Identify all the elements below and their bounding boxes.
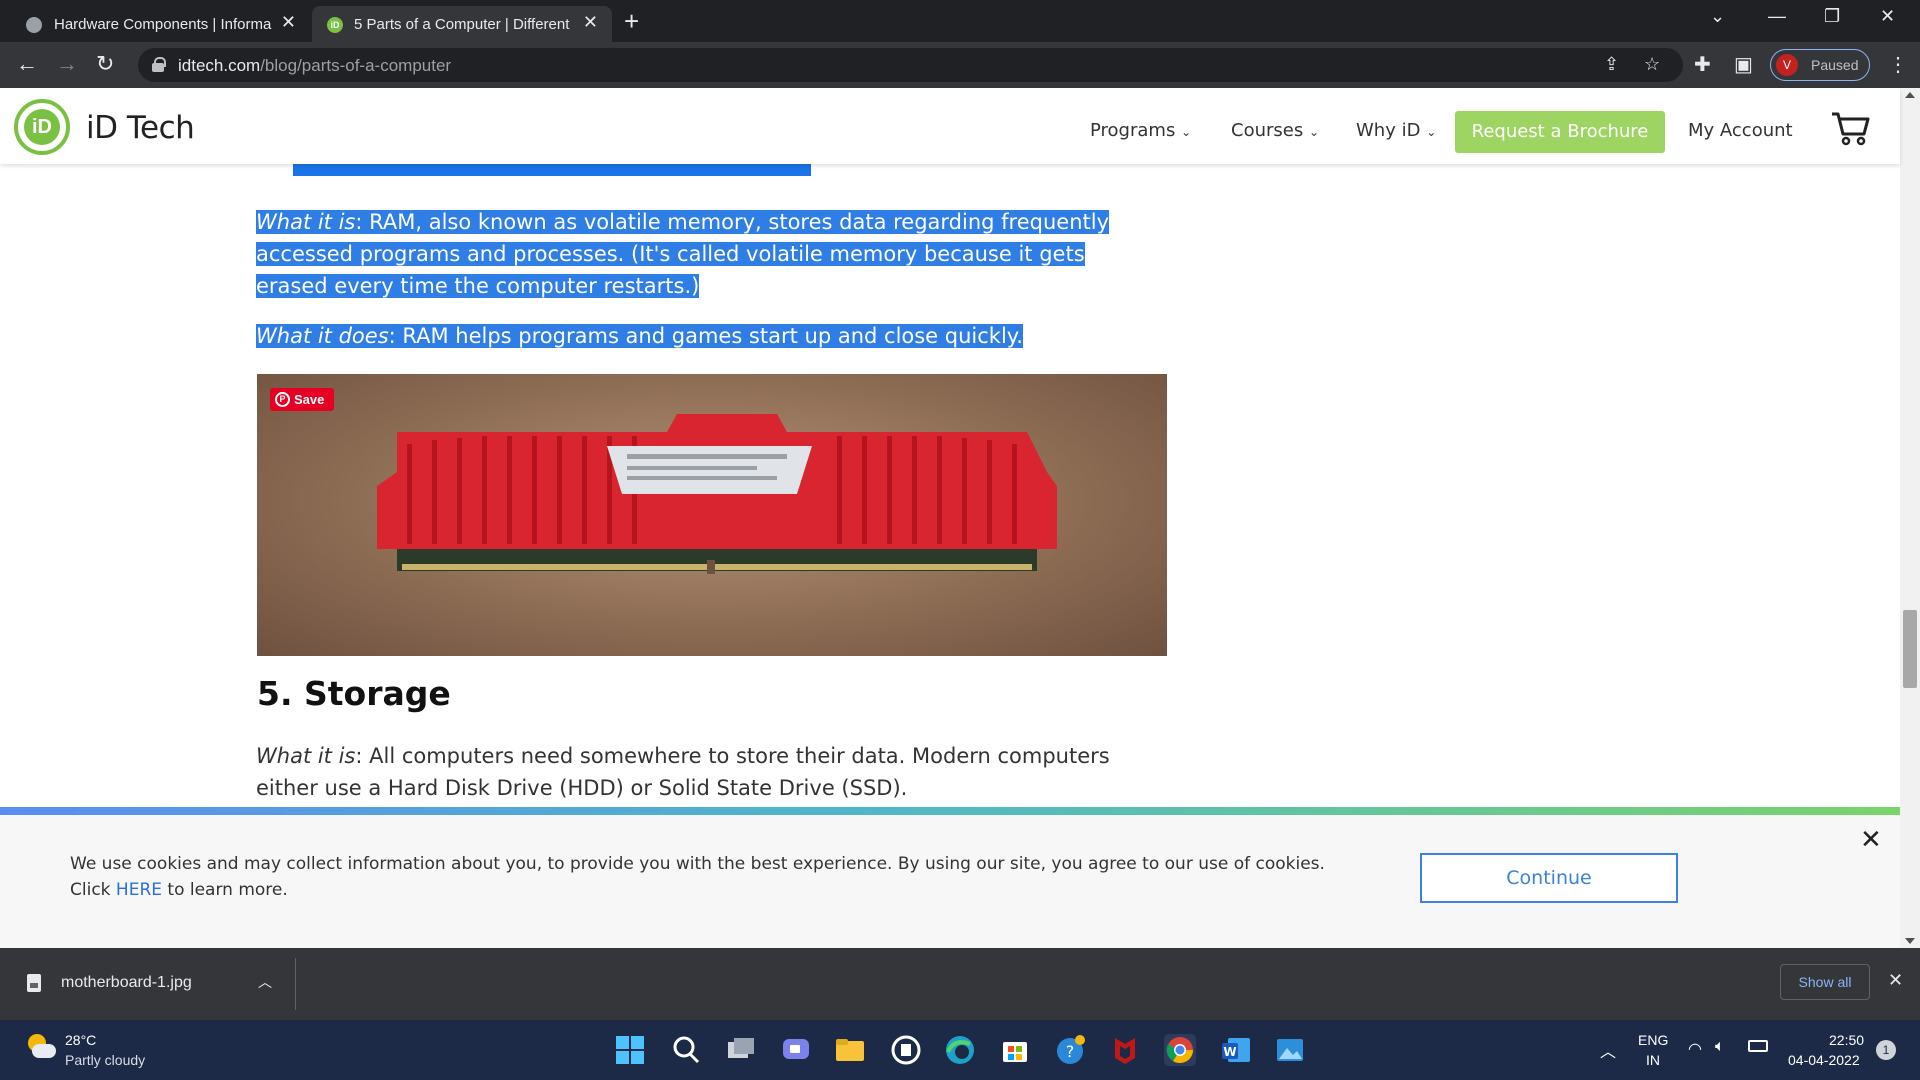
ram-module-image: P Save xyxy=(257,374,1167,656)
scroll-up-arrow-icon[interactable] xyxy=(1905,92,1915,98)
pinterest-icon: P xyxy=(275,392,290,407)
bookmark-star-icon[interactable]: ☆ xyxy=(1644,54,1660,75)
browser-toolbar: ← → ↻ idtech.com/blog/parts-of-a-compute… xyxy=(0,42,1920,88)
battery-icon[interactable] xyxy=(1748,1040,1768,1052)
share-icon[interactable]: ⇪ xyxy=(1604,54,1619,75)
article-content: What it is: RAM, also known as volatile … xyxy=(0,88,1900,808)
app-circle-icon[interactable] xyxy=(890,1034,922,1066)
address-bar[interactable]: idtech.com/blog/parts-of-a-computer ⇪ ☆ xyxy=(138,48,1683,82)
file-explorer-icon[interactable] xyxy=(834,1034,866,1066)
page-scrollbar[interactable] xyxy=(1900,88,1920,948)
task-view-icon[interactable] xyxy=(725,1034,757,1066)
show-hidden-icons-icon[interactable]: ︿ xyxy=(1600,1038,1616,1062)
file-icon xyxy=(27,974,41,992)
url-text[interactable]: idtech.com/blog/parts-of-a-computer xyxy=(178,56,451,76)
new-tab-icon[interactable]: + xyxy=(624,6,639,37)
weather-description[interactable]: Partly cloudy xyxy=(65,1052,145,1068)
scroll-thumb[interactable] xyxy=(1903,610,1917,688)
get-help-icon[interactable]: ? xyxy=(1054,1034,1086,1066)
close-tab-icon[interactable]: ✕ xyxy=(281,12,296,33)
windows-taskbar: 28°C Partly cloudy ? W ︿ ENG IN ◠ 🔈︎ 22:… xyxy=(0,1020,1920,1080)
shopping-cart-icon[interactable] xyxy=(1830,110,1870,146)
storage-what-it-is-paragraph: What it is: All computers need somewhere… xyxy=(256,744,1110,800)
clock-date[interactable]: 04-04-2022 xyxy=(1788,1052,1860,1068)
logo-text[interactable]: iD Tech xyxy=(86,110,195,146)
back-icon[interactable]: ← xyxy=(16,51,38,77)
cookie-banner: We use cookies and may collect informati… xyxy=(0,815,1900,948)
nav-programs[interactable]: Programs ⌄ xyxy=(1090,120,1191,141)
download-shelf: motherboard-1.jpg ︿ Show all ✕ xyxy=(0,948,1920,1020)
chevron-down-icon: ⌄ xyxy=(1426,125,1437,139)
profile-status: Paused xyxy=(1811,57,1859,73)
restore-icon[interactable]: ❐ xyxy=(1824,6,1840,27)
nav-courses[interactable]: Courses ⌄ xyxy=(1231,120,1319,141)
minimize-icon[interactable]: — xyxy=(1768,6,1786,27)
pinterest-save-button[interactable]: P Save xyxy=(270,388,334,411)
profile-button[interactable]: V Paused xyxy=(1770,49,1870,81)
globe-icon xyxy=(26,17,42,33)
extensions-icon[interactable]: ✚ xyxy=(1694,52,1711,77)
download-file-name[interactable]: motherboard-1.jpg xyxy=(61,974,192,992)
svg-text:?: ? xyxy=(1066,1042,1075,1061)
mcafee-icon[interactable] xyxy=(1109,1034,1141,1066)
chevron-down-icon: ⌄ xyxy=(1308,125,1320,139)
weather-temperature[interactable]: 28°C xyxy=(65,1032,96,1048)
close-window-icon[interactable]: ✕ xyxy=(1880,6,1895,27)
scroll-down-arrow-icon[interactable] xyxy=(1905,938,1915,944)
cookie-banner-accent xyxy=(0,807,1900,815)
wifi-icon[interactable]: ◠ xyxy=(1688,1039,1702,1059)
chrome-icon[interactable] xyxy=(1164,1034,1196,1066)
reload-icon[interactable]: ↻ xyxy=(96,51,114,77)
chevron-up-icon[interactable]: ︿ xyxy=(258,972,272,992)
windows-start-icon[interactable] xyxy=(614,1034,646,1066)
avatar: V xyxy=(1776,54,1798,76)
show-all-button[interactable]: Show all xyxy=(1780,964,1870,1000)
continue-button[interactable]: Continue xyxy=(1420,853,1678,903)
search-icon[interactable] xyxy=(670,1034,702,1066)
clock-time[interactable]: 22:50 xyxy=(1829,1032,1864,1048)
idtech-favicon-icon: iD xyxy=(327,17,343,33)
chevron-down-icon: ⌄ xyxy=(1181,125,1192,139)
ram-stick-illustration xyxy=(377,414,1057,574)
cookie-learn-more-link[interactable]: HERE xyxy=(116,880,162,900)
svg-text:W: W xyxy=(1223,1045,1236,1059)
weather-partly-cloudy-icon[interactable] xyxy=(24,1034,56,1062)
cookie-message: We use cookies and may collect informati… xyxy=(70,854,1325,900)
storage-heading: 5. Storage xyxy=(257,674,451,713)
ram-what-it-does-paragraph: What it does: RAM helps programs and gam… xyxy=(256,324,1023,348)
menu-dots-icon[interactable]: ⋮ xyxy=(1888,52,1908,77)
forward-icon[interactable]: → xyxy=(56,51,78,77)
side-panel-icon[interactable]: ▣ xyxy=(1734,52,1753,77)
tab-parts-of-a-computer[interactable]: iD 5 Parts of a Computer | Different ✕ xyxy=(312,6,612,42)
divider xyxy=(295,958,296,1010)
site-header: iD iD Tech Programs ⌄ Courses ⌄ Why iD ⌄… xyxy=(0,88,1900,164)
tab-hardware-components[interactable]: Hardware Components | Informa ✕ xyxy=(0,6,310,42)
tab-title: Hardware Components | Informa xyxy=(54,16,272,33)
lock-icon[interactable] xyxy=(152,57,166,72)
tab-strip: Hardware Components | Informa ✕ iD 5 Par… xyxy=(0,0,1920,42)
close-tab-icon[interactable]: ✕ xyxy=(583,12,598,33)
photos-icon[interactable] xyxy=(1274,1034,1306,1066)
language-indicator-line2[interactable]: IN xyxy=(1646,1052,1660,1068)
idtech-logo-icon[interactable]: iD xyxy=(14,99,70,155)
ram-what-it-is-paragraph: What it is: RAM, also known as volatile … xyxy=(256,210,1109,298)
tab-search-icon[interactable]: ⌄ xyxy=(1710,6,1725,27)
request-brochure-button[interactable]: Request a Brochure xyxy=(1455,111,1665,153)
close-icon[interactable]: ✕ xyxy=(1860,825,1882,855)
notification-badge[interactable]: 1 xyxy=(1876,1040,1896,1060)
word-icon[interactable]: W xyxy=(1220,1034,1252,1066)
tab-title: 5 Parts of a Computer | Different xyxy=(354,16,570,33)
nav-why-id[interactable]: Why iD ⌄ xyxy=(1356,120,1436,141)
edge-browser-icon[interactable] xyxy=(944,1034,976,1066)
language-indicator-line1[interactable]: ENG xyxy=(1638,1032,1668,1048)
close-icon[interactable]: ✕ xyxy=(1888,970,1903,991)
microsoft-store-icon[interactable] xyxy=(999,1034,1031,1066)
my-account-link[interactable]: My Account xyxy=(1688,120,1793,141)
volume-icon[interactable]: 🔈︎ xyxy=(1715,1038,1725,1056)
teams-chat-icon[interactable] xyxy=(780,1034,812,1066)
